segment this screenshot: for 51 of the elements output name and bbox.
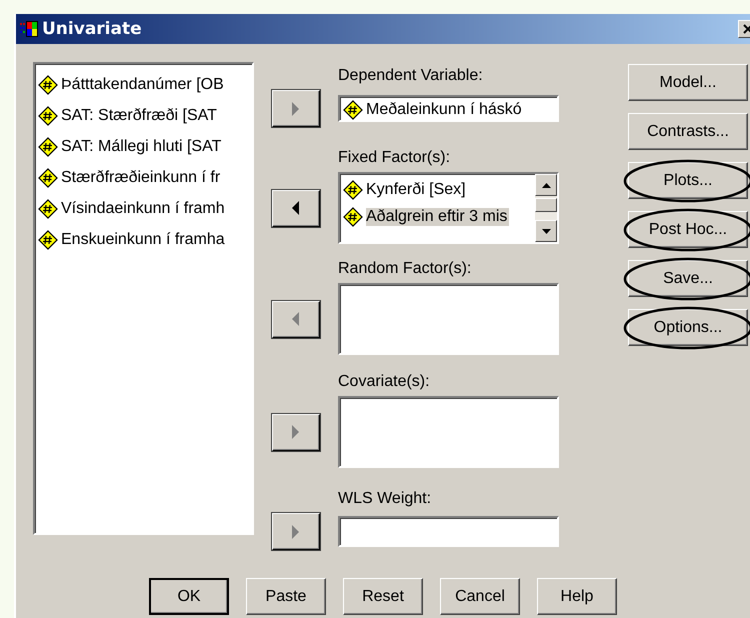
down-triangle-icon bbox=[542, 228, 550, 234]
input-field[interactable]: Meðaleinkunn í háskó bbox=[338, 95, 559, 122]
variable-item[interactable]: Kynferði [Sex] bbox=[366, 180, 466, 198]
variable-item[interactable]: Enskueinkunn í framha bbox=[38, 224, 249, 255]
scroll-thumb[interactable] bbox=[535, 198, 557, 212]
list-box[interactable] bbox=[338, 283, 559, 355]
move-button[interactable] bbox=[272, 414, 320, 450]
dialog-button[interactable]: Save... bbox=[628, 260, 748, 297]
dialog-button[interactable]: Contrasts... bbox=[628, 113, 748, 150]
variable-icon bbox=[343, 180, 363, 200]
variable-item[interactable]: Vísindaeinkunn í framh bbox=[38, 193, 249, 224]
list-box[interactable]: Kynferði [Sex] Aðalgrein eftir 3 mis bbox=[338, 172, 559, 244]
field-label: Covariate(s): bbox=[338, 372, 431, 392]
move-button[interactable] bbox=[272, 190, 320, 226]
close-icon bbox=[743, 24, 750, 34]
dialog-button[interactable]: Plots... bbox=[628, 162, 748, 199]
scrollbar[interactable] bbox=[535, 174, 557, 242]
variable-item[interactable]: Aðalgrein eftir 3 mis bbox=[366, 208, 510, 226]
variable-icon bbox=[38, 74, 58, 94]
window-title: Univariate bbox=[42, 19, 142, 39]
move-button[interactable] bbox=[272, 513, 320, 550]
variable-icon bbox=[38, 136, 58, 156]
variable-icon bbox=[38, 198, 58, 218]
dialog-button[interactable]: OK bbox=[149, 578, 229, 615]
variable-icon bbox=[343, 206, 363, 226]
up-triangle-icon bbox=[542, 182, 550, 188]
list-box[interactable] bbox=[338, 396, 559, 468]
variable-item[interactable]: Stærðfræðieinkunn í fr bbox=[38, 162, 249, 193]
app-icon bbox=[20, 21, 38, 37]
input-field[interactable] bbox=[338, 516, 559, 547]
field-label: Dependent Variable: bbox=[338, 66, 484, 86]
variable-icon bbox=[343, 100, 363, 120]
dialog-button[interactable]: Options... bbox=[628, 309, 748, 346]
variable-item[interactable]: Þátttakendanúmer [OB bbox=[38, 69, 249, 100]
variable-icon bbox=[38, 106, 58, 126]
field-label: WLS Weight: bbox=[338, 489, 432, 509]
field-label: Random Factor(s): bbox=[338, 259, 472, 279]
dialog-button[interactable]: Reset bbox=[343, 578, 423, 615]
dialog-button[interactable]: Model... bbox=[628, 64, 748, 101]
variable-icon bbox=[38, 230, 58, 250]
move-button[interactable] bbox=[272, 90, 320, 127]
variable-item[interactable]: Meðaleinkunn í háskó bbox=[366, 100, 522, 118]
field-label: Fixed Factor(s): bbox=[338, 148, 452, 168]
dialog-button[interactable]: Cancel bbox=[440, 578, 520, 615]
variable-item[interactable]: SAT: Mállegi hluti [SAT bbox=[38, 131, 249, 162]
dialog-button[interactable]: Post Hoc... bbox=[628, 211, 748, 248]
variable-icon bbox=[38, 168, 58, 188]
variable-item[interactable]: SAT: Stærðfræði [SAT bbox=[38, 100, 249, 131]
move-button[interactable] bbox=[272, 300, 320, 338]
dialog-button[interactable]: Paste bbox=[246, 578, 326, 615]
dialog-button[interactable]: Help bbox=[537, 578, 617, 615]
